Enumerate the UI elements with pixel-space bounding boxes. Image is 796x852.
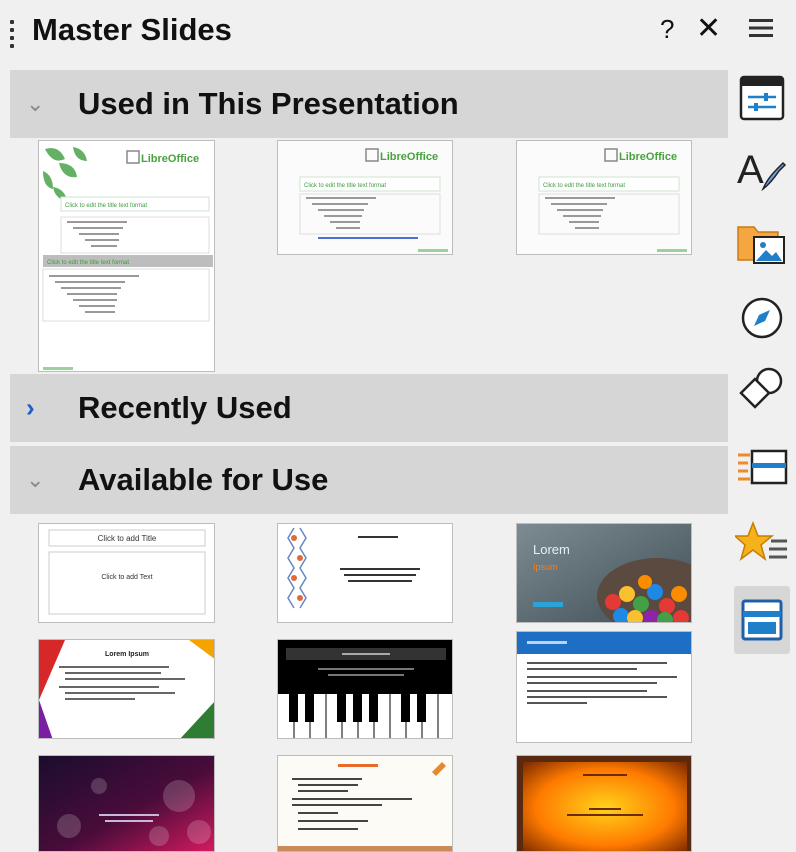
panel-title: Master Slides bbox=[32, 12, 232, 47]
section-available-for-use[interactable]: ⌄ Available for Use bbox=[10, 446, 728, 514]
panel-titlebar: Master Slides ? ✕ bbox=[0, 0, 728, 64]
section-recently-used[interactable]: › Recently Used bbox=[10, 374, 728, 442]
svg-text:Click to edit the title text f: Click to edit the title text format bbox=[47, 260, 129, 266]
thumb-title-placeholder: Click to add Title bbox=[98, 534, 157, 543]
thumb-text-placeholder: Click to add Text bbox=[101, 574, 152, 581]
master-thumb-libreoffice-3[interactable]: LibreOffice Click to edit the title text… bbox=[516, 140, 692, 255]
master-thumb-chain-pattern[interactable] bbox=[277, 523, 453, 623]
master-thumb-bokeh[interactable] bbox=[38, 755, 215, 852]
shapes-icon[interactable] bbox=[734, 362, 790, 418]
master-slides-icon[interactable] bbox=[734, 586, 790, 654]
master-slides-panel: Master Slides ? ✕ ⌄ Used in This Present… bbox=[0, 0, 728, 852]
section-label: Recently Used bbox=[78, 390, 292, 425]
thumb-geo-title: Lorem Ipsum bbox=[105, 651, 149, 658]
help-button[interactable]: ? bbox=[660, 14, 674, 45]
chevron-down-icon: ⌄ bbox=[26, 91, 45, 116]
master-thumb-plain[interactable]: Click to add Title Click to add Text bbox=[38, 523, 215, 623]
styles-icon[interactable]: A bbox=[734, 142, 790, 198]
master-thumb-geometric[interactable]: Lorem Ipsum bbox=[38, 639, 215, 739]
master-thumb-blue-header[interactable] bbox=[516, 631, 692, 743]
svg-text:LibreOffice: LibreOffice bbox=[380, 151, 438, 163]
thumb-photo-title: Lorem bbox=[533, 542, 570, 557]
navigator-icon[interactable] bbox=[734, 290, 790, 346]
properties-icon[interactable] bbox=[734, 70, 790, 126]
thumb-title-prompt: Click to edit the title text format bbox=[65, 203, 147, 209]
hamburger-menu-icon[interactable] bbox=[734, 4, 790, 52]
drag-handle[interactable] bbox=[10, 20, 14, 48]
master-thumb-piano[interactable] bbox=[277, 639, 453, 739]
animation-icon[interactable] bbox=[734, 516, 790, 572]
gallery-icon[interactable] bbox=[734, 214, 790, 270]
master-thumb-libreoffice-2[interactable]: LibreOffice Click to edit the title text… bbox=[277, 140, 453, 255]
master-thumb-notebook[interactable] bbox=[277, 755, 453, 852]
svg-text:Click to edit the title text f: Click to edit the title text format bbox=[543, 183, 625, 189]
sidebar-tab-bar: A bbox=[728, 0, 796, 852]
master-thumb-candy-photo[interactable]: Lorem Ipsum bbox=[516, 523, 692, 623]
master-thumb-libreoffice-1[interactable]: LibreOffice Click to edit the title text… bbox=[38, 140, 215, 372]
thumb-photo-subtitle: Ipsum bbox=[533, 562, 558, 572]
libreoffice-logo: LibreOffice bbox=[141, 153, 199, 165]
svg-text:A: A bbox=[737, 148, 764, 192]
svg-text:Click to edit the title text f: Click to edit the title text format bbox=[304, 183, 386, 189]
slide-transition-icon[interactable] bbox=[734, 440, 790, 496]
close-button[interactable]: ✕ bbox=[696, 11, 721, 46]
section-label: Used in This Presentation bbox=[78, 86, 459, 121]
chevron-right-icon: › bbox=[26, 392, 35, 423]
master-thumb-orange-glow[interactable] bbox=[516, 755, 692, 852]
svg-text:LibreOffice: LibreOffice bbox=[619, 151, 677, 163]
section-label: Available for Use bbox=[78, 462, 329, 497]
chevron-down-icon: ⌄ bbox=[26, 467, 45, 492]
section-used-in-presentation[interactable]: ⌄ Used in This Presentation bbox=[10, 70, 728, 138]
